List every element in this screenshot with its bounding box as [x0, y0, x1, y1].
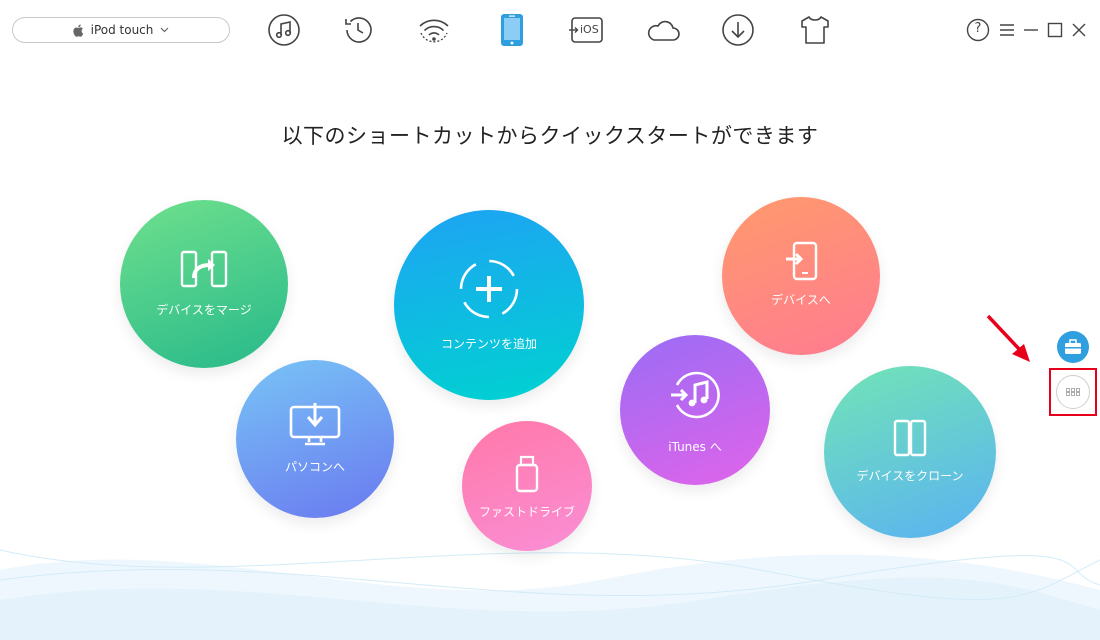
nav-ios-button[interactable]: iOS: [568, 11, 606, 49]
nav-skin-button[interactable]: [796, 11, 834, 49]
device-selector[interactable]: iPod touch: [12, 17, 230, 43]
ios-label: iOS: [580, 23, 599, 36]
help-label: ?: [974, 21, 982, 36]
merge-icon: [180, 250, 228, 288]
clone-icon: [893, 419, 927, 457]
red-arrow-icon: [986, 314, 1030, 362]
music-icon: [268, 14, 300, 46]
nav-music-button[interactable]: [265, 11, 303, 49]
add-content-label: コンテンツを追加: [440, 337, 537, 351]
apple-icon: [72, 24, 83, 37]
to-itunes-button[interactable]: iTunes へ: [620, 335, 770, 485]
toolbox-button[interactable]: [1057, 331, 1089, 363]
menu-icon: [1000, 24, 1014, 36]
add-icon: [459, 259, 519, 319]
page-heading: 以下のショートカットからクイックスタートができます: [281, 124, 819, 148]
merge-devices-label: デバイスをマージ: [156, 303, 252, 317]
history-icon: [345, 17, 372, 43]
toolbar: iPod touch iOS ?: [0, 0, 1100, 62]
to-pc-label: パソコンへ: [284, 460, 345, 474]
more-apps-button[interactable]: [1056, 375, 1090, 409]
grid-dots-icon: [1066, 388, 1080, 396]
chevron-down-icon: [160, 27, 169, 33]
close-button[interactable]: [1069, 20, 1089, 40]
device-name: iPod touch: [90, 23, 154, 37]
nav-download-button[interactable]: [719, 11, 757, 49]
to-itunes-label: iTunes へ: [668, 440, 722, 454]
phone-import-icon: [786, 241, 818, 281]
download-icon: [722, 14, 754, 46]
to-device-button[interactable]: デバイスへ: [722, 197, 880, 355]
close-icon: [1072, 23, 1086, 37]
maximize-icon: [1047, 22, 1063, 38]
nav-cloud-button[interactable]: [644, 11, 682, 49]
monitor-download-icon: [289, 403, 341, 446]
device-icon: [501, 14, 523, 46]
menu-button[interactable]: [997, 20, 1017, 40]
itunes-icon: [671, 371, 720, 419]
tshirt-icon: [801, 16, 829, 44]
fast-drive-button[interactable]: ファストドライブ: [462, 421, 592, 551]
cloud-icon: [647, 20, 680, 41]
clone-device-button[interactable]: デバイスをクローン: [824, 366, 996, 538]
to-device-label: デバイスへ: [771, 293, 831, 307]
clone-device-label: デバイスをクローン: [856, 469, 964, 483]
minimize-icon: [1024, 29, 1038, 31]
add-content-button[interactable]: コンテンツを追加: [394, 210, 584, 400]
minimize-button[interactable]: [1021, 20, 1041, 40]
merge-devices-button[interactable]: デバイスをマージ: [120, 200, 288, 368]
toolbox-icon: [1065, 339, 1081, 354]
nav-history-button[interactable]: [339, 11, 377, 49]
maximize-button[interactable]: [1045, 20, 1065, 40]
usb-drive-icon: [515, 455, 539, 493]
nav-device-button[interactable]: [493, 11, 531, 49]
fast-drive-label: ファストドライブ: [478, 505, 575, 519]
help-button[interactable]: ?: [966, 18, 990, 42]
wifi-sync-icon: [419, 19, 449, 43]
to-pc-button[interactable]: パソコンへ: [236, 360, 394, 518]
nav-wifi-sync-button[interactable]: [415, 11, 453, 49]
